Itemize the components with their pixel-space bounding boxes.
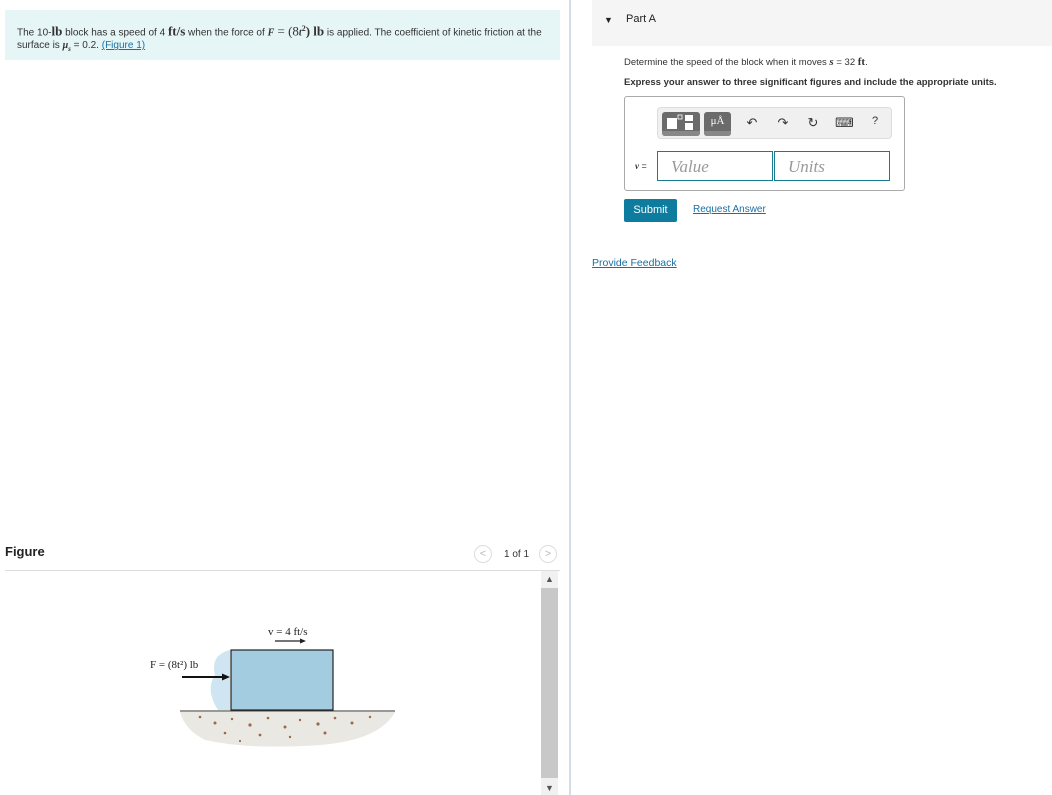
velocity-arrowhead — [300, 638, 306, 644]
instruction-text: Express your answer to three significant… — [624, 77, 997, 88]
part-a-header[interactable]: ▼ Part A — [592, 0, 1052, 46]
question-text: Determine the speed of the block when it… — [624, 56, 868, 68]
figure-counter: 1 of 1 — [504, 549, 530, 560]
units-input[interactable]: Units — [774, 151, 890, 181]
force-label: F = (8t²) lb — [150, 659, 199, 671]
part-title: Part A — [626, 13, 656, 25]
ground — [180, 712, 395, 747]
caret-down-icon: ▼ — [604, 15, 613, 25]
prev-figure-button[interactable]: < — [474, 545, 492, 563]
motion-blur — [210, 650, 230, 710]
next-figure-button[interactable]: > — [539, 545, 557, 563]
templates-icon — [667, 114, 693, 130]
request-answer-link[interactable]: Request Answer — [693, 204, 766, 215]
problem-statement: The 10-lb block has a speed of 4 ft/s wh… — [5, 10, 560, 60]
value-input[interactable]: Value — [657, 151, 773, 181]
help-icon[interactable]: ? — [867, 115, 883, 127]
figure-scrollbar[interactable]: ▲ ▼ — [541, 571, 558, 795]
scroll-down-icon[interactable]: ▼ — [541, 783, 558, 793]
units-button[interactable]: μÅ — [704, 112, 731, 136]
block — [230, 649, 334, 711]
math-toolbar: μÅ ↶ ↷ ↻ ⌨ ? — [657, 107, 892, 139]
keyboard-icon[interactable]: ⌨ — [835, 115, 854, 131]
answer-box: μÅ ↶ ↷ ↻ ⌨ ? v = Value Units — [624, 96, 905, 191]
velocity-label: v = 4 ft/s — [268, 626, 308, 638]
figure-link[interactable]: (Figure 1) — [102, 40, 145, 51]
figure-divider — [5, 570, 560, 571]
templates-button[interactable] — [662, 112, 700, 136]
scroll-up-icon[interactable]: ▲ — [541, 574, 558, 584]
scroll-thumb[interactable] — [541, 588, 558, 778]
provide-feedback-link[interactable]: Provide Feedback — [592, 257, 677, 269]
block-figure: v = 4 ft/s F = (8t²) lb — [150, 626, 395, 747]
variable-label: v = — [635, 161, 647, 171]
pane-divider[interactable] — [569, 0, 571, 795]
submit-button[interactable]: Submit — [624, 199, 677, 222]
figure-title: Figure — [5, 544, 45, 559]
reset-icon[interactable]: ↻ — [805, 115, 821, 131]
undo-icon[interactable]: ↶ — [744, 115, 760, 131]
redo-icon[interactable]: ↷ — [775, 115, 791, 131]
